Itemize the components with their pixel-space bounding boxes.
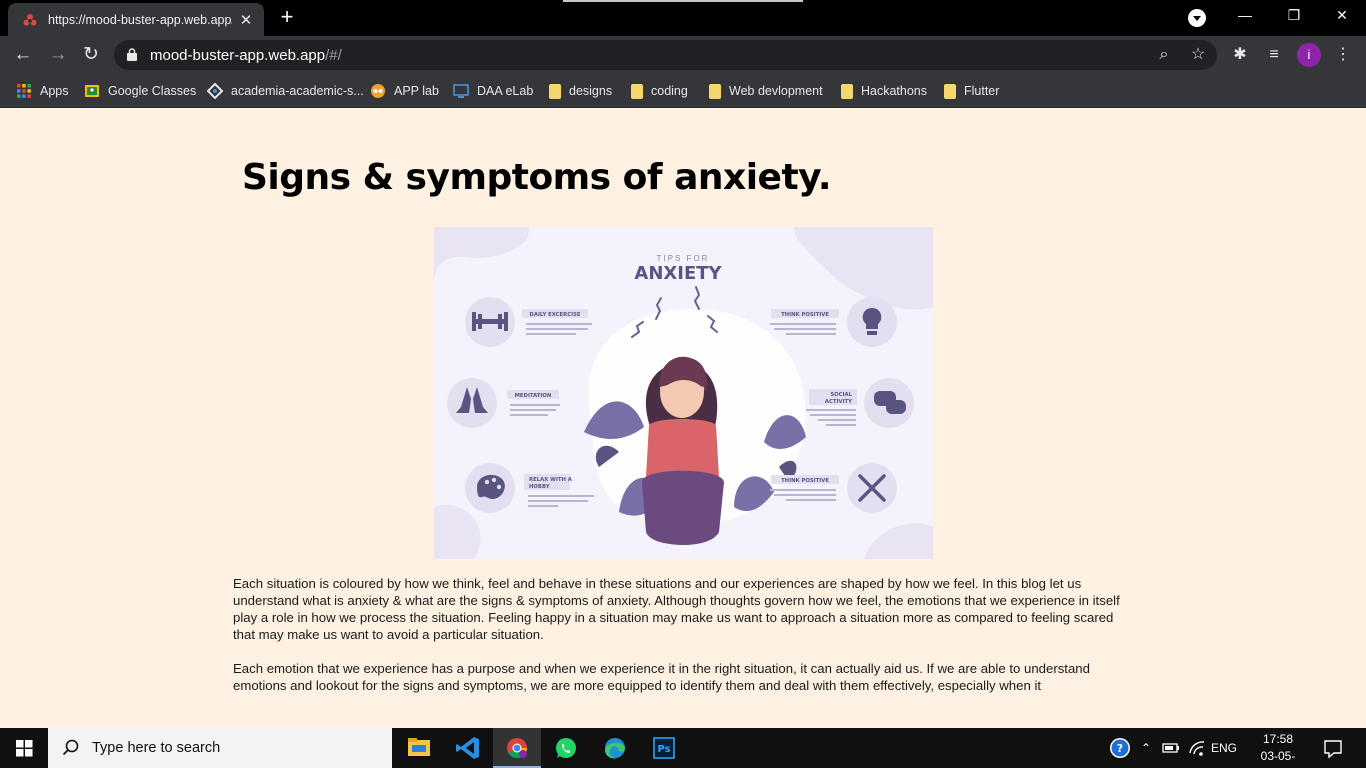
svg-text:THINK POSITIVE: THINK POSITIVE <box>781 312 829 318</box>
chrome-icon <box>507 738 528 759</box>
lock-icon <box>127 48 137 61</box>
address-bar[interactable]: mood-buster-app.web.app/#/ ⌕ ☆ <box>114 40 1217 70</box>
bookmark-apps[interactable]: Apps <box>16 81 69 101</box>
folder-icon <box>841 83 853 99</box>
file-explorer-icon[interactable] <box>395 728 443 768</box>
bookmark-google-classes[interactable]: Google Classes <box>84 81 196 101</box>
academia-icon <box>207 83 223 99</box>
taskbar-search-box[interactable]: Type here to search <box>48 728 392 768</box>
tab-title: https://mood-buster-app.web.app/#/ <box>48 12 232 27</box>
extensions-icon[interactable]: ✱ <box>1229 44 1251 66</box>
taskbar-clock[interactable]: 17:58 03-05-2021 <box>1248 731 1308 768</box>
tab-strip: https://mood-buster-app.web.app/#/ ✕ + —… <box>0 0 1366 36</box>
minimize-button[interactable]: — <box>1221 0 1269 32</box>
close-window-button[interactable]: ✕ <box>1318 0 1366 32</box>
tab-search-icon[interactable] <box>1188 9 1206 27</box>
svg-text:DAILY EXCERCISE: DAILY EXCERCISE <box>529 312 580 318</box>
bookmark-label: Web devlopment <box>729 84 823 98</box>
folder-icon <box>631 83 643 99</box>
svg-text:ACTIVITY: ACTIVITY <box>825 399 852 405</box>
language-indicator[interactable]: ENG <box>1208 728 1240 768</box>
vscode-icon[interactable] <box>444 728 492 768</box>
windows-taskbar: Type here to search Ps ? ⌃ ENG 17:58 03-… <box>0 728 1366 768</box>
svg-text:Ps: Ps <box>657 744 670 755</box>
apps-grid-icon <box>17 84 31 98</box>
classroom-icon <box>85 85 99 97</box>
article-title: Signs & symptoms of anxiety. <box>242 157 832 198</box>
svg-text:?: ? <box>1117 742 1123 755</box>
notifications-icon[interactable] <box>1318 728 1348 768</box>
site-favicon-icon <box>23 13 37 25</box>
tip-relax-with-a-hobby: RELAX WITH A HOBBY <box>465 463 594 513</box>
back-button[interactable]: ← <box>10 42 36 68</box>
tray-chevron-up-icon[interactable]: ⌃ <box>1137 728 1155 768</box>
bookmark-label: Flutter <box>964 84 1000 98</box>
svg-text:THINK POSITIVE: THINK POSITIVE <box>781 478 829 484</box>
bookmark-label: APP lab <box>394 84 439 98</box>
app-lab-icon <box>371 84 385 98</box>
edge-icon[interactable] <box>591 728 639 768</box>
clock-time: 17:58 <box>1262 732 1294 746</box>
bookmark-label: designs <box>569 84 613 98</box>
battery-icon[interactable] <box>1160 728 1182 768</box>
tab-active[interactable]: https://mood-buster-app.web.app/#/ ✕ <box>8 3 264 36</box>
bookmark-app-lab[interactable]: APP lab <box>370 81 439 101</box>
tip-meditation: MEDITATION <box>447 378 560 428</box>
bookmark-label: Google Classes <box>108 84 197 98</box>
bookmark-star-icon[interactable]: ☆ <box>1188 45 1208 65</box>
article-paragraph-2: Each emotion that we experience has a pu… <box>233 661 1090 693</box>
restore-button[interactable]: ❐ <box>1270 0 1318 32</box>
browser-toolbar: ← → ↻ mood-buster-app.web.app/#/ ⌕ ☆ ✱ ≡… <box>0 36 1366 73</box>
illustration-heading-big: ANXIETY <box>634 263 722 284</box>
bookmarks-bar: Apps Google Classes academia-academic-s.… <box>0 73 1366 108</box>
url-text: mood-buster-app.web.app/#/ <box>150 47 342 64</box>
whatsapp-icon[interactable] <box>542 728 590 768</box>
svg-text:MEDITATION: MEDITATION <box>515 393 552 399</box>
bookmark-academia[interactable]: academia-academic-s... <box>207 81 364 101</box>
folder-icon <box>549 83 561 99</box>
bookmark-folder-hackathons[interactable]: Hackathons <box>841 81 927 101</box>
wifi-icon[interactable] <box>1186 728 1208 768</box>
illustration-heading-small: TIPS FOR <box>657 254 710 263</box>
windows-start-icon[interactable] <box>0 728 48 768</box>
tip-social-activity: SOCIAL ACTIVITY <box>806 378 914 428</box>
chrome-taskbar-button[interactable] <box>493 728 541 768</box>
svg-text:SOCIAL: SOCIAL <box>830 392 852 398</box>
search-placeholder: Type here to search <box>92 740 221 756</box>
web-page: Signs & symptoms of anxiety. TIPS FOR AN… <box>0 109 1366 728</box>
menu-kebab-icon[interactable]: ⋮ <box>1332 44 1354 66</box>
help-icon[interactable]: ? <box>1106 728 1134 768</box>
folder-icon <box>709 83 721 99</box>
bookmark-folder-web-devlopment[interactable]: Web devlopment <box>709 81 823 101</box>
bookmark-label: DAA eLab <box>477 84 534 98</box>
svg-text:HOBBY: HOBBY <box>529 484 550 490</box>
photoshop-icon[interactable]: Ps <box>640 728 688 768</box>
tab-strip-highlight <box>563 0 803 2</box>
new-tab-button[interactable]: + <box>276 6 298 28</box>
bookmark-label: coding <box>651 84 688 98</box>
folder-icon <box>944 83 956 99</box>
tip-think-positive-top: THINK POSITIVE <box>770 297 897 347</box>
bookmark-label: academia-academic-s... <box>231 84 364 98</box>
profile-avatar[interactable]: i <box>1297 43 1321 67</box>
search-icon <box>62 739 79 756</box>
anxiety-tips-illustration: TIPS FOR ANXIETY DAILY EXCERCISE MEDITAT… <box>434 227 933 559</box>
bookmark-folder-designs[interactable]: designs <box>549 81 612 101</box>
media-queue-icon[interactable]: ≡ <box>1263 44 1285 66</box>
bookmark-folder-flutter[interactable]: Flutter <box>944 81 999 101</box>
bookmark-daa-elab[interactable]: DAA eLab <box>453 81 533 101</box>
svg-text:RELAX WITH A: RELAX WITH A <box>529 477 573 483</box>
tab-close-icon[interactable]: ✕ <box>238 11 254 29</box>
forward-button[interactable]: → <box>45 42 71 68</box>
bookmark-label: Apps <box>40 84 69 98</box>
bookmark-folder-coding[interactable]: coding <box>631 81 688 101</box>
elab-icon <box>453 84 469 98</box>
tip-daily-exercise: DAILY EXCERCISE <box>465 297 592 347</box>
reload-button[interactable]: ↻ <box>78 42 104 68</box>
zoom-icon[interactable]: ⌕ <box>1154 45 1174 65</box>
article-paragraph-1: Each situation is coloured by how we thi… <box>233 576 1120 642</box>
bookmark-label: Hackathons <box>861 84 928 98</box>
clock-date: 03-05-2021 <box>1260 749 1296 768</box>
